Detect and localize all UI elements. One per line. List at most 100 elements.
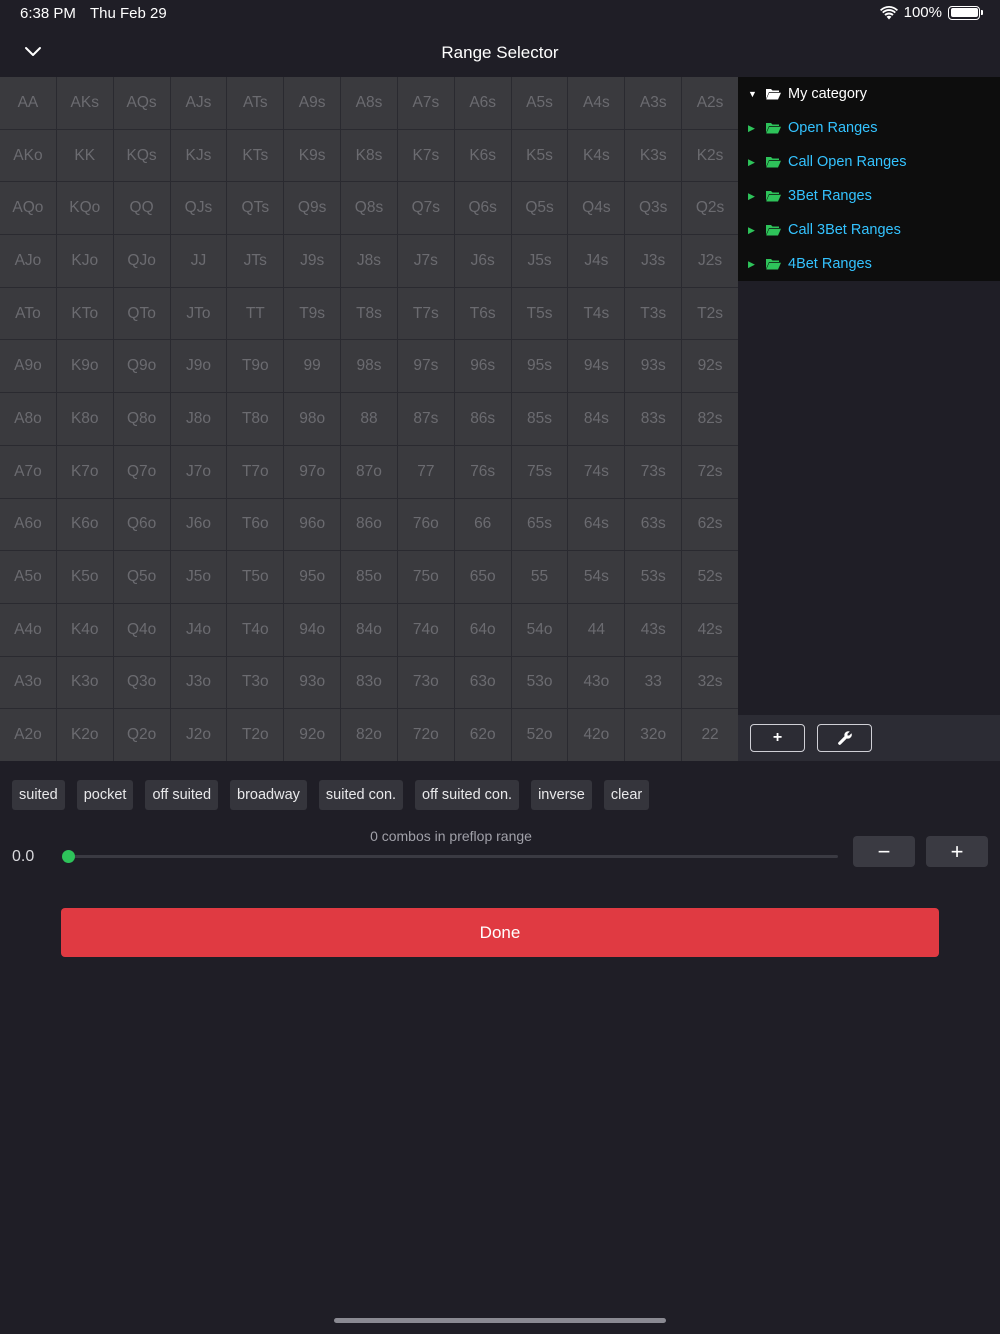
hand-cell[interactable]: A8s xyxy=(341,77,397,129)
hand-cell[interactable]: QTs xyxy=(227,182,284,235)
tree-item-category[interactable]: ▶ 3Bet Ranges xyxy=(748,179,872,213)
hand-cell[interactable]: TT xyxy=(227,287,284,340)
hand-cell[interactable]: AKs xyxy=(56,77,113,129)
hand-cell[interactable]: 74s xyxy=(568,445,625,498)
hand-cell[interactable]: 42o xyxy=(568,709,625,761)
tree-item-category[interactable]: ▶ Call Open Ranges xyxy=(748,145,907,179)
hand-cell[interactable]: K7o xyxy=(56,445,113,498)
hand-cell[interactable]: 65s xyxy=(511,498,568,551)
hand-cell[interactable]: J9s xyxy=(284,235,341,287)
hand-cell[interactable]: A6o xyxy=(0,498,56,551)
hand-cell[interactable]: T7s xyxy=(397,287,454,340)
hand-cell[interactable]: KQo xyxy=(56,182,113,235)
hand-cell[interactable]: 74o xyxy=(397,603,454,656)
increase-button[interactable]: + xyxy=(926,836,988,867)
hand-cell[interactable]: T9o xyxy=(227,340,284,393)
hand-cell[interactable]: Q5o xyxy=(113,551,170,603)
hand-cell[interactable]: 73s xyxy=(625,445,682,498)
hand-cell[interactable]: 43o xyxy=(568,656,625,709)
hand-cell[interactable]: 22 xyxy=(682,709,738,761)
hand-cell[interactable]: A2s xyxy=(682,77,738,129)
hand-cell[interactable]: 87s xyxy=(397,393,454,445)
hand-cell[interactable]: J8o xyxy=(170,393,227,445)
hand-cell[interactable]: J7s xyxy=(397,235,454,287)
filter-chip[interactable]: broadway xyxy=(230,780,307,810)
hand-cell[interactable]: 42s xyxy=(682,603,738,656)
done-button[interactable]: Done xyxy=(61,908,939,957)
hand-cell[interactable]: T4o xyxy=(227,603,284,656)
hand-cell[interactable]: Q2o xyxy=(113,709,170,761)
hand-cell[interactable]: 32o xyxy=(625,709,682,761)
hand-cell[interactable]: 87o xyxy=(341,445,397,498)
hand-cell[interactable]: A9o xyxy=(0,340,56,393)
hand-cell[interactable]: AQs xyxy=(113,77,170,129)
hand-cell[interactable]: K5o xyxy=(56,551,113,603)
hand-cell[interactable]: K8o xyxy=(56,393,113,445)
hand-cell[interactable]: J4o xyxy=(170,603,227,656)
tree-item-category[interactable]: ▶ 4Bet Ranges xyxy=(748,247,872,281)
hand-cell[interactable]: J7o xyxy=(170,445,227,498)
filter-chip[interactable]: clear xyxy=(603,780,650,810)
hand-cell[interactable]: K5s xyxy=(511,129,568,182)
hand-cell[interactable]: 96s xyxy=(454,340,511,393)
hand-cell[interactable]: T5o xyxy=(227,551,284,603)
hand-cell[interactable]: J2s xyxy=(682,235,738,287)
hand-cell[interactable]: KTs xyxy=(227,129,284,182)
hand-cell[interactable]: A6s xyxy=(454,77,511,129)
hand-cell[interactable]: T3o xyxy=(227,656,284,709)
hand-cell[interactable]: KJo xyxy=(56,235,113,287)
hand-cell[interactable]: 55 xyxy=(511,551,568,603)
hand-cell[interactable]: 94o xyxy=(284,603,341,656)
hand-cell[interactable]: T8s xyxy=(341,287,397,340)
hand-cell[interactable]: T2o xyxy=(227,709,284,761)
hand-cell[interactable]: Q6s xyxy=(454,182,511,235)
edit-category-button[interactable] xyxy=(817,724,872,752)
hand-cell[interactable]: 92o xyxy=(284,709,341,761)
hand-cell[interactable]: 82o xyxy=(341,709,397,761)
hand-cell[interactable]: 94s xyxy=(568,340,625,393)
hand-cell[interactable]: 66 xyxy=(454,498,511,551)
hand-cell[interactable]: 99 xyxy=(284,340,341,393)
hand-cell[interactable]: 52s xyxy=(682,551,738,603)
hand-cell[interactable]: T2s xyxy=(682,287,738,340)
hand-cell[interactable]: J3s xyxy=(625,235,682,287)
hand-cell[interactable]: A4o xyxy=(0,603,56,656)
hand-cell[interactable]: J8s xyxy=(341,235,397,287)
hand-cell[interactable]: 84s xyxy=(568,393,625,445)
hand-cell[interactable]: A2o xyxy=(0,709,56,761)
filter-chip[interactable]: pocket xyxy=(76,780,134,810)
hand-cell[interactable]: J3o xyxy=(170,656,227,709)
hand-cell[interactable]: T9s xyxy=(284,287,341,340)
hand-cell[interactable]: 75o xyxy=(397,551,454,603)
hand-cell[interactable]: 95s xyxy=(511,340,568,393)
tree-item-my-category[interactable]: ▼ My category xyxy=(748,77,867,111)
filter-chip[interactable]: suited con. xyxy=(318,780,404,810)
hand-cell[interactable]: A4s xyxy=(568,77,625,129)
hand-cell[interactable]: 32s xyxy=(682,656,738,709)
filter-chip[interactable]: inverse xyxy=(531,780,592,810)
decrease-button[interactable]: − xyxy=(853,836,915,867)
hand-cell[interactable]: KQs xyxy=(113,129,170,182)
hand-cell[interactable]: A7o xyxy=(0,445,56,498)
hand-cell[interactable]: 33 xyxy=(625,656,682,709)
hand-cell[interactable]: 62o xyxy=(454,709,511,761)
hand-cell[interactable]: J5o xyxy=(170,551,227,603)
hand-cell[interactable]: 85o xyxy=(341,551,397,603)
hand-cell[interactable]: 77 xyxy=(397,445,454,498)
hand-cell[interactable]: K9o xyxy=(56,340,113,393)
tree-item-category[interactable]: ▶ Open Ranges xyxy=(748,111,877,145)
hand-cell[interactable]: K7s xyxy=(397,129,454,182)
hand-cell[interactable]: 86o xyxy=(341,498,397,551)
hand-cell[interactable]: 95o xyxy=(284,551,341,603)
hand-cell[interactable]: K4o xyxy=(56,603,113,656)
hand-cell[interactable]: Q9o xyxy=(113,340,170,393)
hand-cell[interactable]: A8o xyxy=(0,393,56,445)
hand-cell[interactable]: A7s xyxy=(397,77,454,129)
hand-cell[interactable]: 52o xyxy=(511,709,568,761)
hand-cell[interactable]: 88 xyxy=(341,393,397,445)
hand-cell[interactable]: AA xyxy=(0,77,56,129)
hand-cell[interactable]: 84o xyxy=(341,603,397,656)
hand-cell[interactable]: 44 xyxy=(568,603,625,656)
hand-cell[interactable]: 72o xyxy=(397,709,454,761)
hand-cell[interactable]: Q7s xyxy=(397,182,454,235)
